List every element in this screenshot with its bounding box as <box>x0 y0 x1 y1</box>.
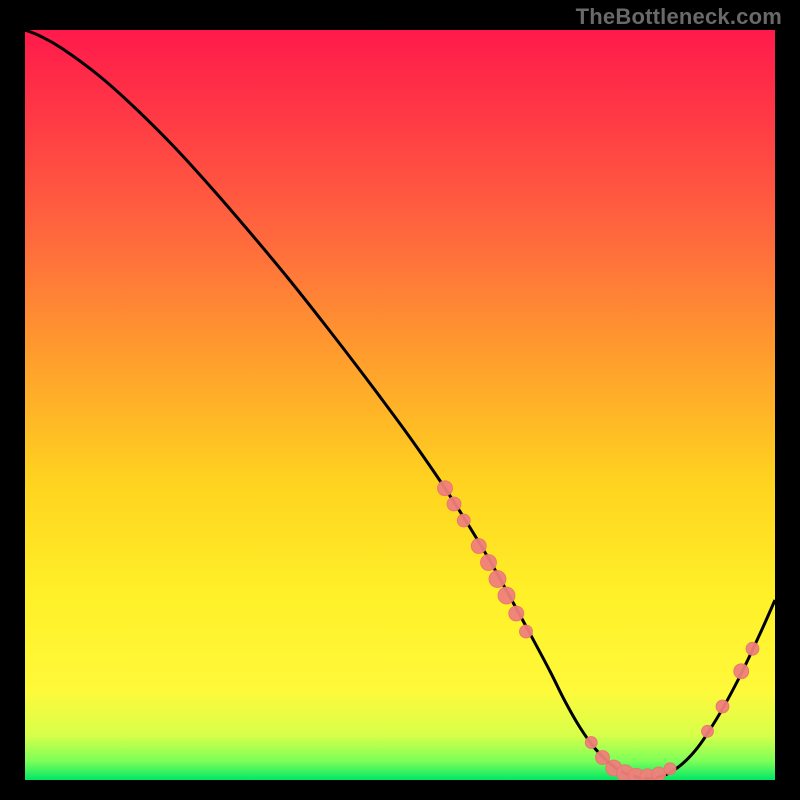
plot-background <box>25 30 775 780</box>
plot-svg <box>25 30 775 780</box>
marker-right-1 <box>716 700 729 713</box>
marker-left-3 <box>471 539 486 554</box>
marker-valley-7 <box>664 763 676 775</box>
marker-left-7 <box>509 606 524 621</box>
plot-frame <box>25 30 775 780</box>
chart-container: TheBottleneck.com <box>0 0 800 800</box>
marker-valley-0 <box>585 737 597 749</box>
marker-valley-1 <box>596 751 610 765</box>
marker-right-2 <box>734 664 749 679</box>
attribution-label: TheBottleneck.com <box>576 4 782 30</box>
marker-left-8 <box>520 625 533 638</box>
marker-right-3 <box>746 642 759 655</box>
marker-left-1 <box>447 497 461 511</box>
marker-right-0 <box>702 725 714 737</box>
marker-left-4 <box>481 555 497 571</box>
marker-left-6 <box>498 587 515 604</box>
marker-left-5 <box>489 571 506 588</box>
marker-left-2 <box>457 514 470 527</box>
marker-left-0 <box>438 481 453 496</box>
